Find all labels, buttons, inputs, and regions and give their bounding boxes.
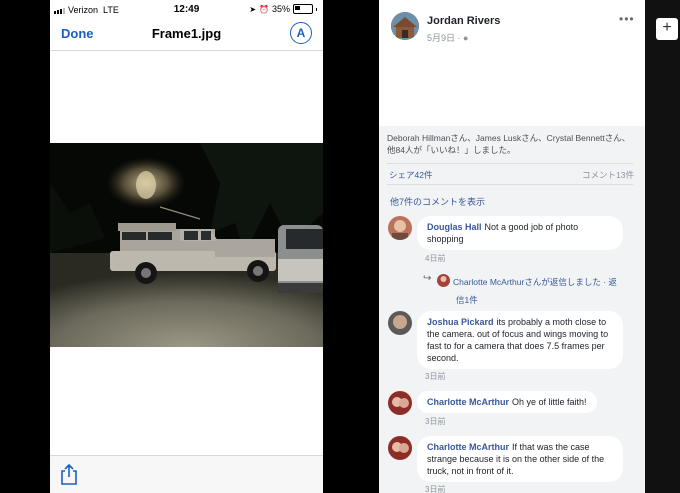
image-background-bottom [50,347,323,455]
comment-text: Oh ye of little faith! [512,397,587,407]
alarm-icon: ⏰ [259,4,269,14]
more-options-icon[interactable]: ••• [619,12,635,26]
night-photo [50,143,323,347]
globe-icon: ● [463,33,469,43]
shares-link[interactable]: シェア42件 [389,169,432,181]
divider [387,163,633,164]
share-icon[interactable] [60,463,78,485]
view-more-comments-link[interactable]: 他7件のコメントを表示 [390,195,485,208]
avatar[interactable] [388,311,412,335]
reactions-summary[interactable]: Deborah Hillmanさん、James Luskさん、Crystal B… [387,132,637,156]
phone-screen: Verizon LTE 12:49 ➤ ⏰ 35% Done Frame1.jp… [50,0,323,493]
comment-time[interactable]: 4日前 [425,253,445,264]
author-avatar[interactable] [391,12,419,40]
avatar [437,274,450,288]
comment-bubble: Charlotte McArthur If that was the case s… [417,436,623,482]
bottom-toolbar [50,455,323,493]
reply-arrow-icon: ↪ [423,273,432,284]
divider [387,184,633,185]
add-icon[interactable]: + [656,18,678,40]
post-date[interactable]: 5月9日 · ● [427,31,468,44]
author-name[interactable]: Jordan Rivers [427,15,500,27]
markup-pen-icon[interactable]: A [290,22,312,44]
comment-time[interactable]: 3日前 [425,371,445,382]
avatar[interactable] [388,391,412,415]
comment-bubble: Joshua Pickard its probably a moth close … [417,311,623,369]
facebook-post: Jordan Rivers 5月9日 · ● ••• [379,0,645,126]
status-bar: Verizon LTE 12:49 ➤ ⏰ 35% [50,0,323,18]
status-right: ➤ ⏰ 35% [249,4,317,14]
comment-time[interactable]: 3日前 [425,416,445,427]
nav-bar: Done Frame1.jpg A [50,18,323,51]
battery-percent: 35% [271,4,290,14]
commenter-name[interactable]: Charlotte McArthur [427,442,509,452]
comment-bubble: Charlotte McArthur Oh ye of little faith! [417,391,597,413]
reactions-and-comments: Deborah Hillmanさん、James Luskさん、Crystal B… [379,126,645,493]
commenter-name[interactable]: Douglas Hall [427,222,482,232]
avatar[interactable] [388,436,412,460]
avatar[interactable] [388,216,412,240]
commenter-name[interactable]: Charlotte McArthur [427,397,509,407]
comment-count[interactable]: コメント13件 [582,169,634,181]
battery-icon [293,4,313,14]
replies-link[interactable]: Charlotte McArthurさんが返信しました · 返 信1件 [437,272,637,308]
comment-time[interactable]: 3日前 [425,484,445,493]
commenter-name[interactable]: Joshua Pickard [427,317,494,327]
location-icon: ➤ [249,4,257,14]
file-title: Frame1.jpg [151,26,222,41]
comment-bubble: Douglas Hall Not a good job of photo shop… [417,216,623,250]
image-background-top [50,51,323,143]
window-edge [645,0,680,493]
